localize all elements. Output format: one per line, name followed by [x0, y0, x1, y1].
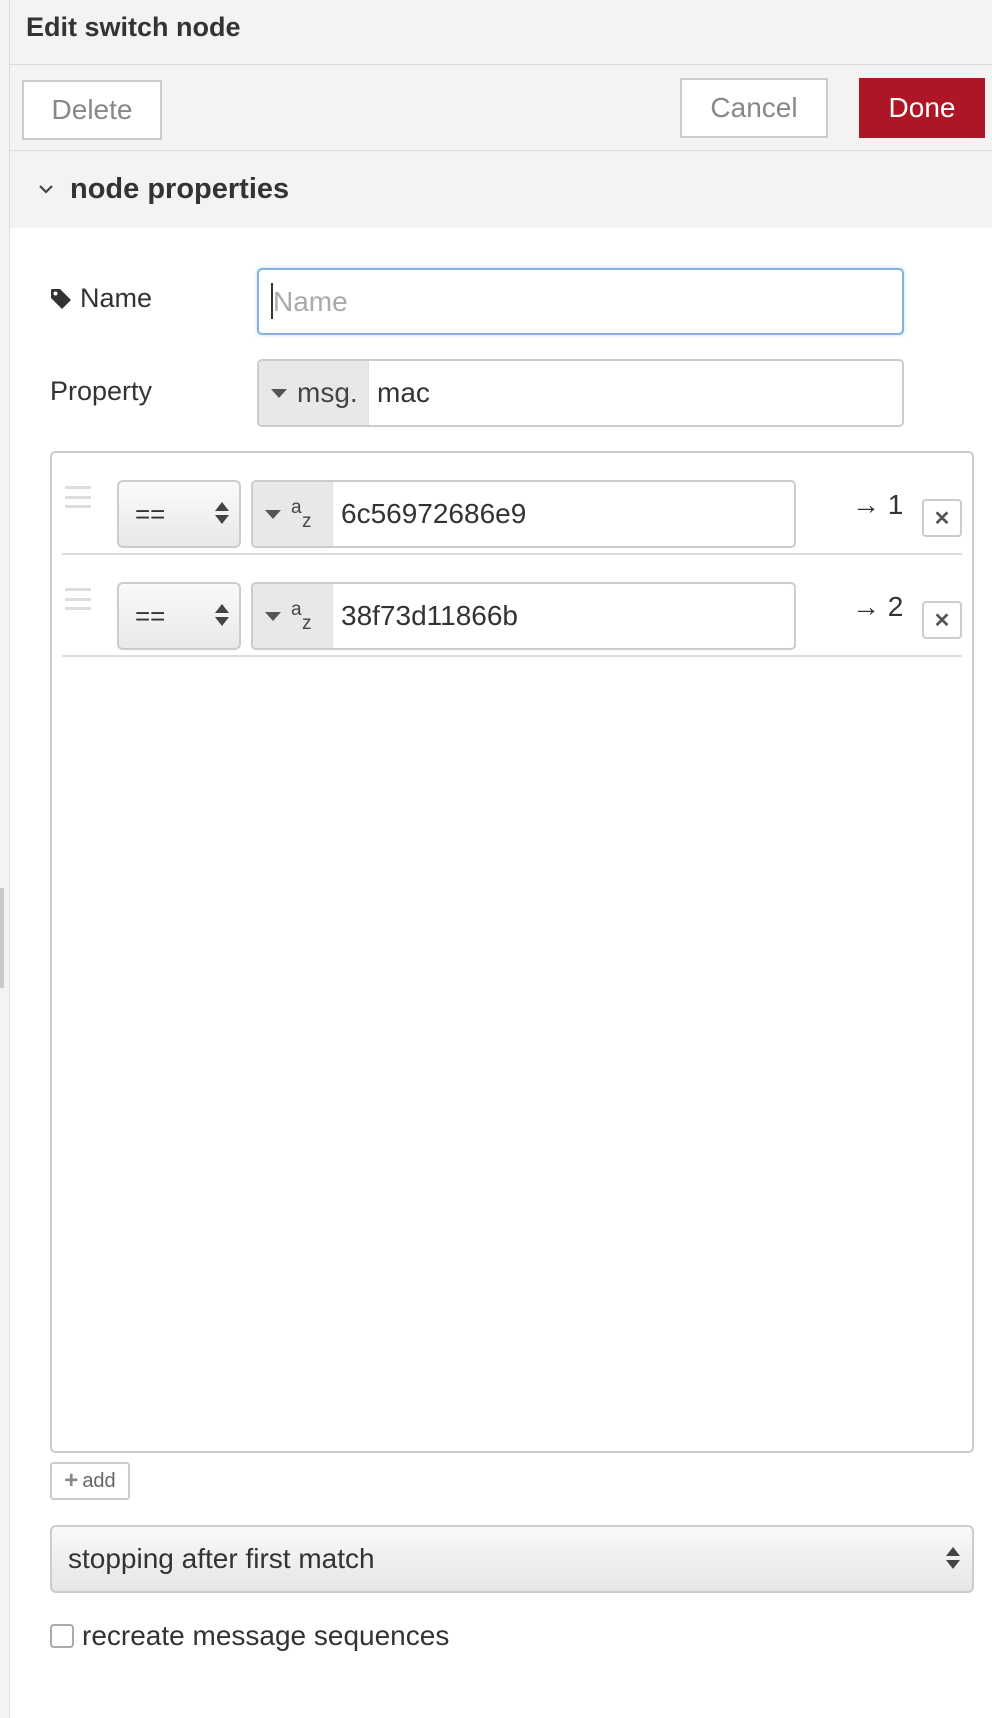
property-typed-input[interactable]: msg. mac: [257, 359, 904, 427]
remove-rule-button[interactable]: ✕: [922, 601, 962, 639]
rule-output-port: → 2: [852, 591, 904, 622]
recreate-sequences-option: recreate message sequences: [50, 1620, 449, 1652]
close-icon: ✕: [933, 609, 951, 632]
operator-select[interactable]: ==: [117, 582, 241, 650]
add-label: add: [82, 1469, 116, 1492]
operator-value: ==: [135, 600, 166, 631]
close-icon: ✕: [933, 507, 951, 530]
node-properties-section-toggle[interactable]: node properties: [10, 151, 992, 228]
rule-value[interactable]: 6c56972686e9: [333, 482, 526, 546]
operator-select[interactable]: ==: [117, 480, 241, 548]
caret-down-icon: [265, 611, 281, 621]
name-label-text: Name: [80, 283, 153, 313]
add-rule-button[interactable]: + add: [50, 1462, 130, 1500]
select-arrows-icon: [215, 604, 229, 626]
section-title: node properties: [70, 173, 290, 205]
tray-header: Edit switch node: [10, 0, 992, 65]
rule-value-input[interactable]: az 6c56972686e9: [251, 480, 796, 548]
check-mode-value: stopping after first match: [68, 1543, 375, 1574]
name-input[interactable]: [257, 268, 904, 335]
rule-row: == az 6c56972686e9 → 1 ✕: [52, 453, 972, 555]
plus-icon: +: [64, 1467, 79, 1494]
caret-down-icon: [265, 509, 281, 519]
drag-handle-icon[interactable]: [65, 486, 91, 508]
cancel-button[interactable]: Cancel: [680, 78, 828, 138]
left-panel-edge: [0, 0, 10, 1718]
text-cursor: [271, 283, 273, 319]
resize-handle[interactable]: [0, 888, 4, 988]
string-type-icon: az: [291, 497, 312, 532]
property-label: Property: [50, 376, 153, 406]
remove-rule-button[interactable]: ✕: [922, 499, 962, 537]
check-mode-select[interactable]: stopping after first match: [50, 1525, 974, 1593]
select-arrows-icon: [215, 502, 229, 524]
rule-value[interactable]: 38f73d11866b: [333, 584, 518, 648]
tray-title: Edit switch node: [26, 12, 241, 42]
msg-prefix: msg.: [297, 377, 358, 408]
property-type-button[interactable]: msg.: [259, 361, 369, 425]
done-button[interactable]: Done: [859, 78, 985, 138]
rule-value-input[interactable]: az 38f73d11866b: [251, 582, 796, 650]
tray-toolbar: Delete Cancel Done: [10, 65, 992, 151]
name-label: Name: [50, 283, 152, 314]
string-type-icon: az: [291, 599, 312, 634]
tag-icon: [51, 288, 71, 309]
drag-handle-icon[interactable]: [65, 588, 91, 610]
rules-list[interactable]: == az 6c56972686e9 → 1 ✕ == az 38f73d118…: [50, 451, 974, 1453]
value-type-button[interactable]: az: [253, 482, 333, 546]
rule-row: == az 38f73d11866b → 2 ✕: [52, 555, 972, 657]
recreate-sequences-checkbox[interactable]: [50, 1624, 74, 1648]
operator-value: ==: [135, 498, 166, 529]
select-arrows-icon: [946, 1547, 960, 1569]
caret-down-icon: [271, 388, 287, 398]
delete-button[interactable]: Delete: [22, 80, 162, 140]
property-value[interactable]: mac: [369, 361, 430, 425]
value-type-button[interactable]: az: [253, 584, 333, 648]
chevron-down-icon: [39, 185, 53, 194]
rule-output-port: → 1: [852, 489, 904, 520]
recreate-sequences-label[interactable]: recreate message sequences: [82, 1620, 449, 1652]
